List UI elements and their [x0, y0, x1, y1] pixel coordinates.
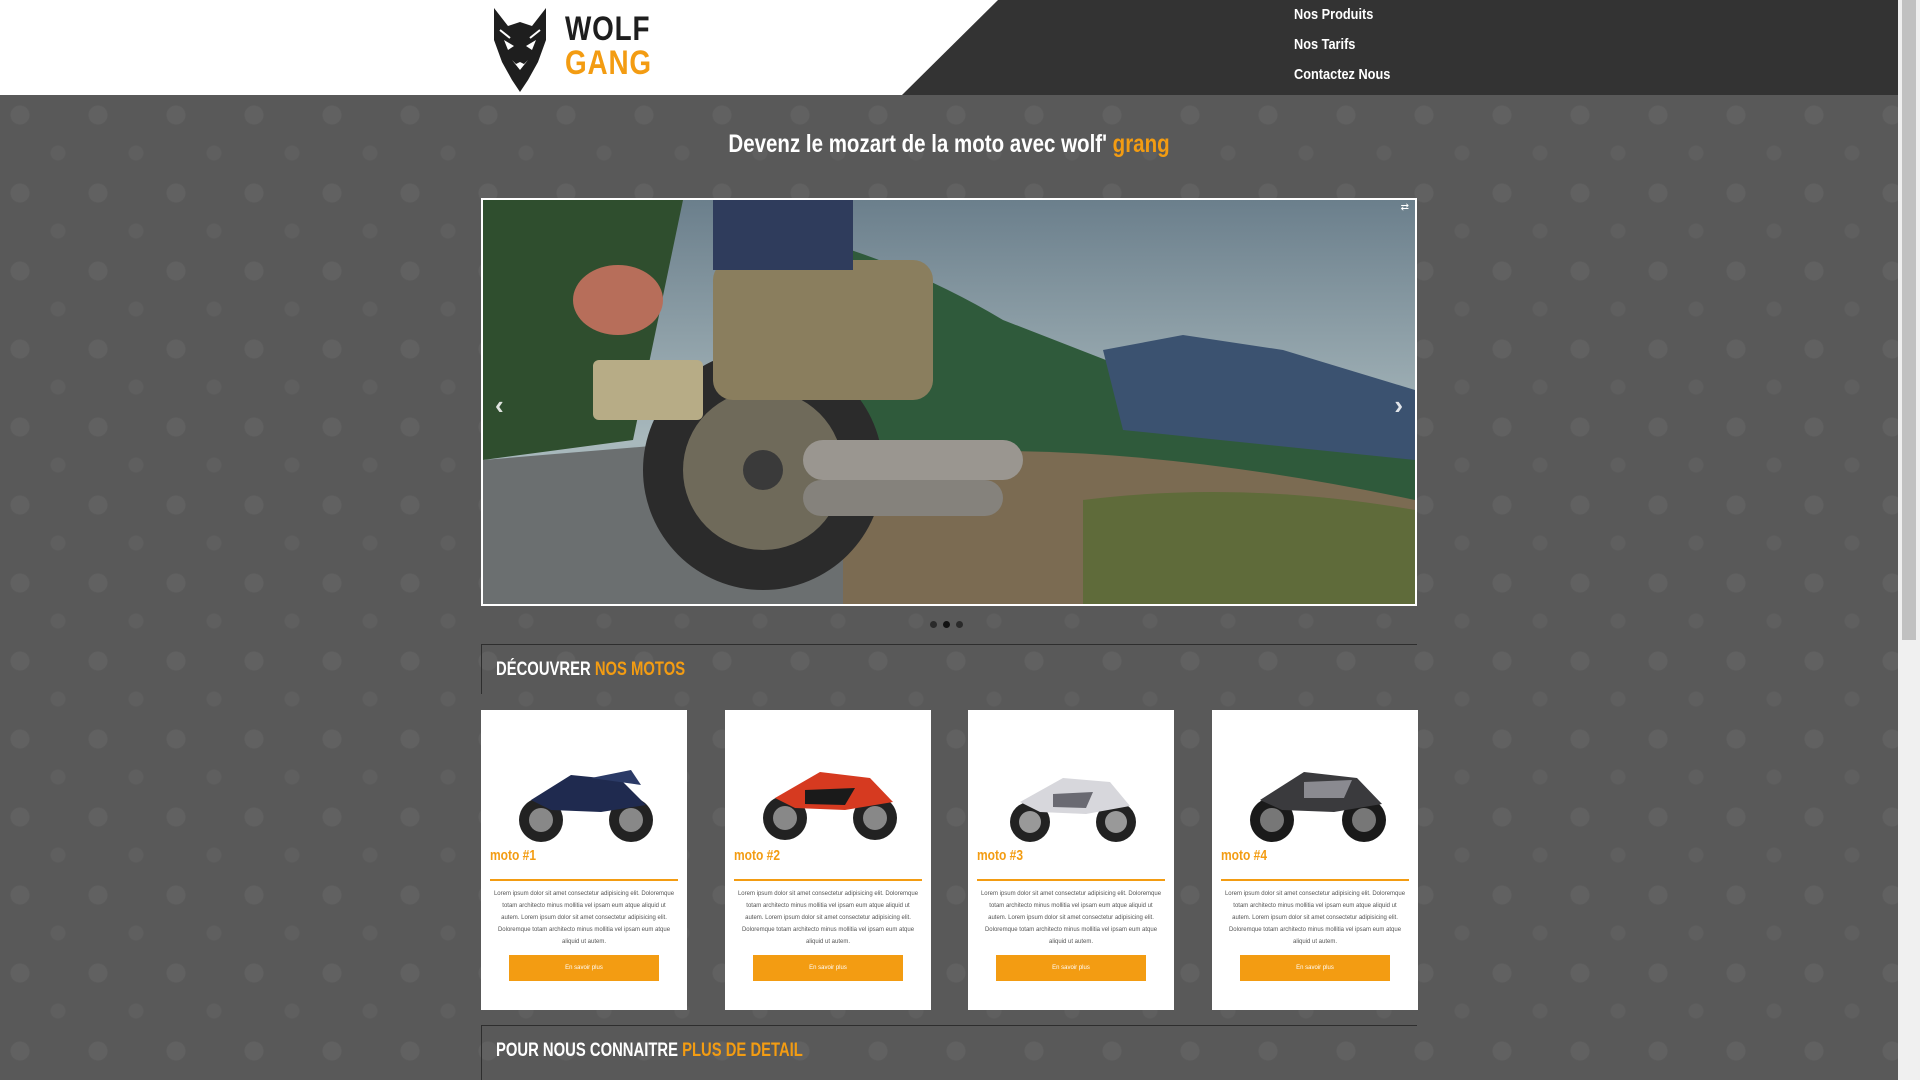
- learn-more-button[interactable]: En savoir plus: [753, 955, 903, 981]
- section-motos-title: Découvrer nos motos: [496, 659, 1214, 681]
- section-about-header: Pour nous connaitre plus de detail: [481, 1025, 1417, 1080]
- product-card-4: moto #4 Lorem ipsum dolor sit amet conse…: [1212, 710, 1418, 1010]
- card-divider: [490, 879, 678, 881]
- hero-title: Devenz le mozart de la moto avec wolf' g…: [0, 130, 1898, 159]
- card-title: moto #4: [1221, 847, 1268, 864]
- brand-line1: WOLF: [565, 10, 651, 48]
- learn-more-button[interactable]: En savoir plus: [1240, 955, 1390, 981]
- carousel-fullscreen-icon[interactable]: ⇄: [1401, 202, 1409, 213]
- section-motos-header: Découvrer nos motos: [481, 644, 1417, 694]
- brand-logotype[interactable]: WOLF GANG: [565, 12, 652, 80]
- hero-title-text: Devenz le mozart de la moto avec wolf': [728, 130, 1107, 158]
- card-description: Lorem ipsum dolor sit amet consectetur a…: [1224, 891, 1406, 945]
- card-description: Lorem ipsum dolor sit amet consectetur a…: [980, 891, 1162, 945]
- card-title: moto #1: [490, 847, 537, 864]
- hero-title-accent: grang: [1112, 130, 1170, 158]
- motorcycle-image-icon: [763, 772, 897, 840]
- motorcycle-image-icon: [519, 770, 653, 842]
- product-card-2: moto #2 Lorem ipsum dolor sit amet conse…: [725, 710, 931, 1010]
- section-motos-label: Découvrer: [496, 659, 591, 680]
- site-header: WOLF GANG Nos Produits Nos Tarifs Contac…: [0, 0, 1898, 95]
- scrollbar-thumb[interactable]: [1902, 0, 1916, 640]
- section-about-accent: plus de detail: [682, 1040, 803, 1061]
- product-card-3: moto #3 Lorem ipsum dolor sit amet conse…: [968, 710, 1174, 1010]
- nav-link-tarifs[interactable]: Nos Tarifs: [1294, 35, 1390, 65]
- carousel-prev-icon[interactable]: ‹: [495, 390, 504, 421]
- card-title: moto #3: [977, 847, 1024, 864]
- card-divider: [734, 879, 922, 881]
- motorcycle-image-icon: [1250, 772, 1386, 842]
- card-description: Lorem ipsum dolor sit amet consectetur a…: [737, 891, 919, 945]
- motorcycle-image-icon: [1010, 778, 1136, 842]
- card-divider: [1221, 879, 1409, 881]
- main-nav: Nos Produits Nos Tarifs Contactez Nous: [1294, 5, 1407, 95]
- carousel-indicators: [930, 621, 963, 628]
- card-title: moto #2: [734, 847, 781, 864]
- page-scrollbar[interactable]: [1898, 0, 1920, 1080]
- carousel-dot-2[interactable]: [943, 621, 950, 628]
- hero-carousel[interactable]: ‹ › ⇄: [481, 198, 1417, 606]
- carousel-next-icon[interactable]: ›: [1394, 390, 1403, 421]
- brand-line2: GANG: [565, 44, 652, 82]
- carousel-dot-1[interactable]: [930, 621, 937, 628]
- learn-more-button[interactable]: En savoir plus: [509, 955, 659, 981]
- nav-link-produits[interactable]: Nos Produits: [1294, 5, 1390, 35]
- product-card-1: moto #1 Lorem ipsum dolor sit amet conse…: [481, 710, 687, 1010]
- section-about-title: Pour nous connaitre plus de detail: [496, 1040, 1214, 1062]
- learn-more-button[interactable]: En savoir plus: [996, 955, 1146, 981]
- section-motos-accent: nos motos: [594, 659, 686, 680]
- carousel-dot-3[interactable]: [956, 621, 963, 628]
- card-divider: [977, 879, 1165, 881]
- carousel-slide-image: [483, 200, 1415, 604]
- nav-link-contact[interactable]: Contactez Nous: [1294, 65, 1390, 95]
- card-description: Lorem ipsum dolor sit amet consectetur a…: [493, 891, 675, 945]
- section-about-label: Pour nous connaitre: [496, 1040, 678, 1061]
